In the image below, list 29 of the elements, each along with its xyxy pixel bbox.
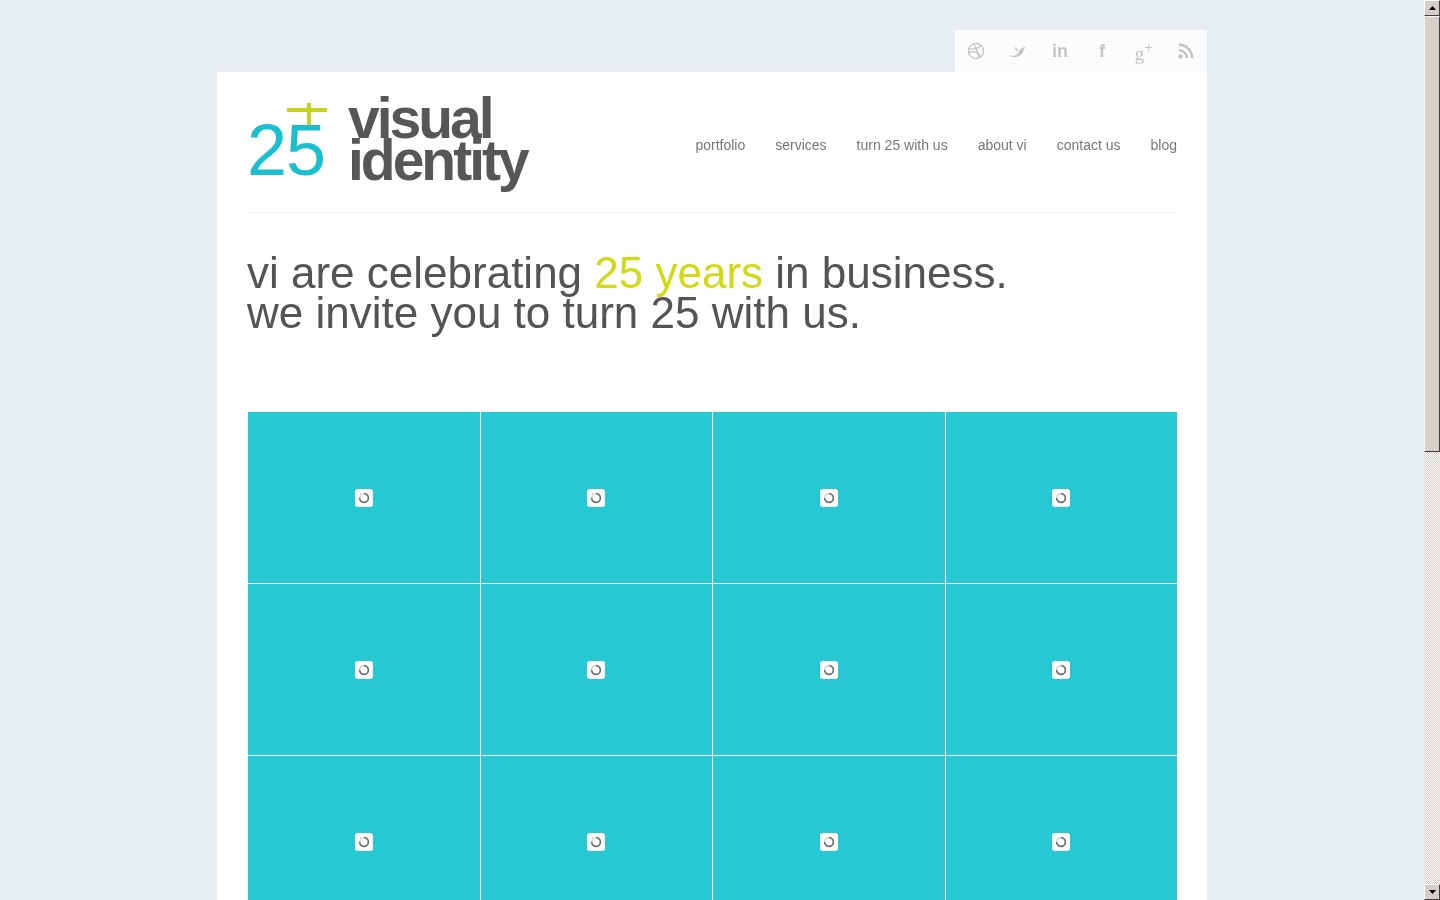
gallery-tile[interactable] [480,584,712,755]
scroll-up-button[interactable] [1424,0,1440,16]
gallery-tile[interactable] [713,584,945,755]
scroll-down-button[interactable] [1424,884,1440,900]
caret-down-icon [1428,890,1436,894]
bird-icon[interactable] [1009,44,1027,58]
gallery-tile[interactable] [248,756,480,900]
nav-link[interactable]: blog [1150,135,1177,155]
nav-link[interactable]: services [775,135,827,155]
gallery-tile[interactable] [945,756,1177,900]
nav-link[interactable]: contact us [1056,135,1121,155]
gallery-tile[interactable] [713,412,945,583]
gallery-tile[interactable] [713,756,945,900]
gallery-tile[interactable] [480,756,712,900]
gallery-tile[interactable] [480,412,712,583]
gallery-tile[interactable] [248,412,480,583]
nav-link[interactable]: about vi [977,135,1027,155]
logo-number: 25 [247,125,326,175]
feed-icon[interactable] [1178,43,1194,59]
nav-link[interactable]: turn 25 with us [856,135,948,155]
nav-link[interactable]: portfolio [695,135,746,155]
plus-icon [287,103,327,125]
logo-wordmark: visual identity [348,97,527,191]
gallery-tile[interactable] [248,584,480,755]
caret-up-icon [1428,6,1436,10]
gallery-tile[interactable] [945,412,1177,583]
scrollbar-thumb[interactable] [1424,16,1440,452]
gallery-tile[interactable] [945,584,1177,755]
ball-icon[interactable] [967,42,985,60]
